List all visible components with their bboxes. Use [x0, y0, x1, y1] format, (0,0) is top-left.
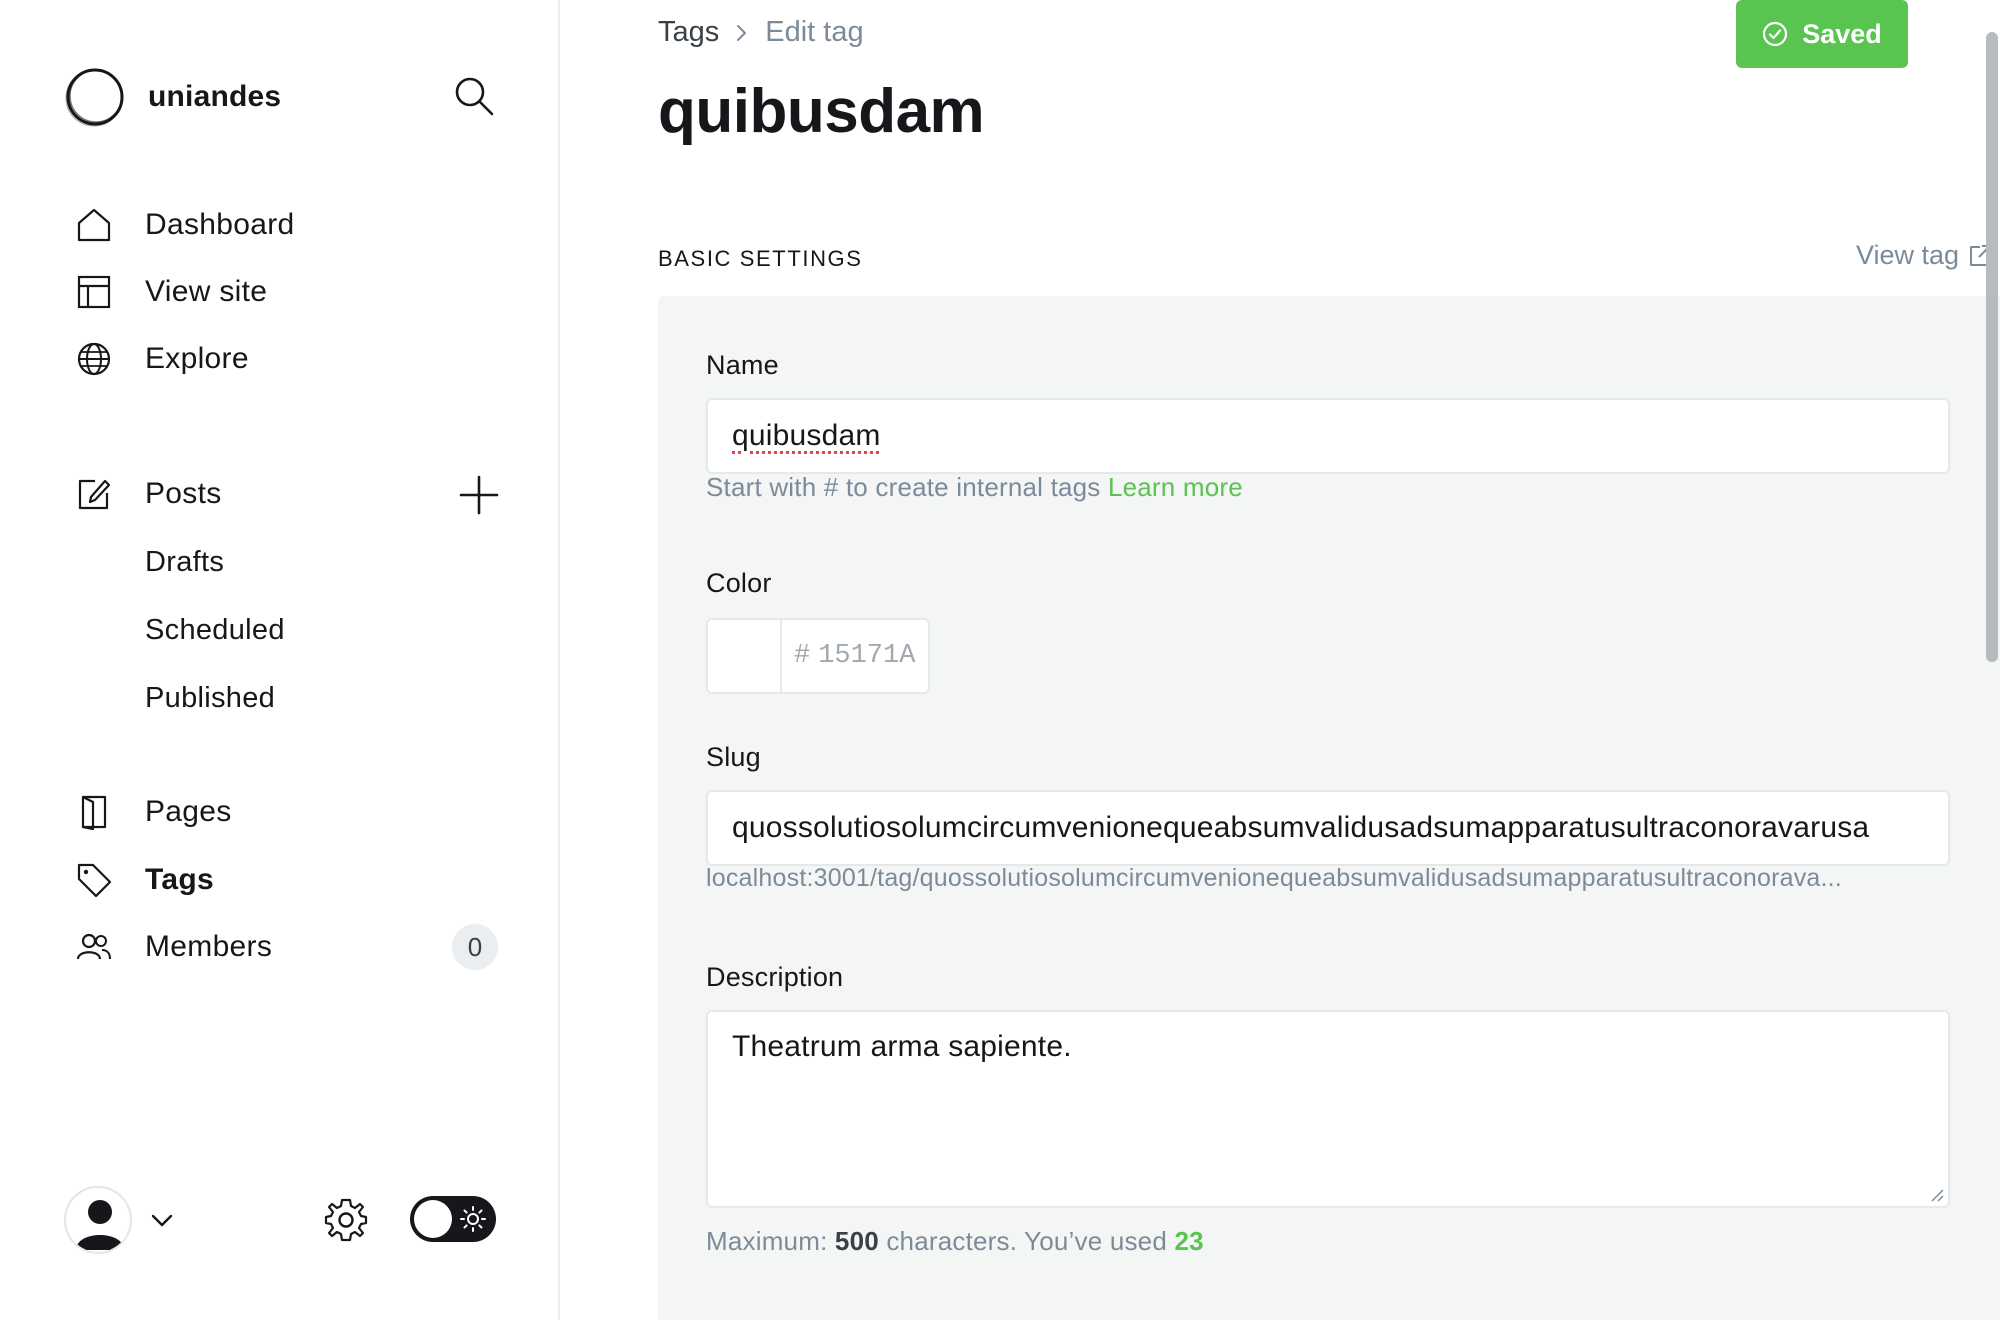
breadcrumb-tags-link[interactable]: Tags — [658, 16, 719, 49]
name-label: Name — [706, 350, 779, 380]
description-value: Theatrum arma sapiente. — [732, 1030, 1072, 1063]
slug-input[interactable]: quossolutiosolumcircumvenionequeabsumval… — [706, 790, 1950, 866]
color-input-placeholder: 15171A — [818, 641, 916, 671]
sun-icon — [460, 1206, 486, 1232]
sidebar-item-pages[interactable]: Pages — [74, 787, 231, 837]
tag-icon — [74, 860, 114, 900]
sidebar-item-dashboard[interactable]: Dashboard — [74, 200, 294, 250]
sidebar-item-label: Posts — [145, 477, 222, 510]
chevron-right-icon — [737, 24, 747, 41]
avatar — [64, 1186, 132, 1254]
view-tag-label: View tag — [1856, 240, 1960, 270]
theme-toggle[interactable] — [410, 1196, 496, 1242]
description-hint-used: 23 — [1174, 1226, 1204, 1256]
sidebar-item-members[interactable]: Members — [74, 922, 272, 972]
slug-input-value: quossolutiosolumcircumvenionequeabsumval… — [732, 811, 1870, 844]
slug-url-preview: localhost:3001/tag/quossolutiosolumcircu… — [706, 864, 1842, 892]
edit-icon — [74, 474, 114, 514]
description-hint-middle: characters. You’ve used — [878, 1226, 1175, 1256]
name-input[interactable]: quibusdam — [706, 398, 1950, 474]
color-picker[interactable]: # 15171A — [706, 618, 930, 694]
page-title: quibusdam — [658, 77, 985, 146]
resize-handle-icon[interactable] — [1928, 1186, 1944, 1202]
learn-more-link[interactable]: Learn more — [1108, 472, 1243, 502]
slug-label: Slug — [706, 742, 761, 772]
sidebar-item-explore[interactable]: Explore — [74, 334, 249, 384]
breadcrumb: Tags Edit tag — [658, 16, 864, 49]
color-swatch[interactable] — [708, 620, 782, 692]
sidebar: uniandes Dashboard View site Explore Pos… — [0, 0, 560, 1320]
name-input-value: quibusdam — [732, 419, 881, 452]
brand-logo-icon — [65, 68, 124, 127]
sidebar-item-label: Explore — [145, 342, 249, 375]
save-button-label: Saved — [1802, 18, 1882, 49]
sidebar-item-posts[interactable]: Posts — [74, 469, 221, 519]
color-label: Color — [706, 568, 772, 598]
basic-settings-panel: Name quibusdam Start with # to create in… — [658, 296, 2000, 1320]
save-button[interactable]: Saved — [1736, 0, 1908, 68]
sidebar-item-label: Tags — [145, 863, 214, 896]
sidebar-sub-drafts[interactable]: Drafts — [145, 546, 224, 579]
chevron-down-icon — [151, 1214, 173, 1227]
color-input[interactable]: # 15171A — [782, 620, 915, 692]
page-icon — [74, 792, 114, 832]
layout-icon — [74, 272, 114, 312]
sidebar-sub-scheduled[interactable]: Scheduled — [145, 614, 285, 647]
globe-icon — [74, 339, 114, 379]
main-content: Tags Edit tag Saved quibusdam BASIC SETT… — [560, 0, 2000, 1320]
breadcrumb-current: Edit tag — [765, 16, 864, 48]
sidebar-item-tags[interactable]: Tags — [74, 855, 214, 905]
members-count-badge: 0 — [452, 924, 498, 970]
user-menu[interactable] — [64, 1186, 176, 1254]
search-icon[interactable] — [452, 74, 496, 118]
scrollbar[interactable] — [1986, 32, 1998, 662]
sidebar-sub-published[interactable]: Published — [145, 682, 275, 715]
sidebar-item-label: Dashboard — [145, 208, 295, 241]
home-icon — [74, 205, 114, 245]
user-icon — [76, 1200, 124, 1250]
view-tag-link[interactable]: View tag — [1856, 240, 1993, 271]
brand-name: uniandes — [148, 80, 282, 113]
section-title: BASIC SETTINGS — [658, 246, 863, 271]
gear-icon[interactable] — [322, 1196, 370, 1244]
sidebar-item-label: View site — [145, 275, 268, 308]
description-hint-prefix: Maximum: — [706, 1226, 835, 1256]
description-label: Description — [706, 962, 844, 992]
color-hash-symbol: # — [794, 641, 811, 671]
name-hint: Start with # to create internal tags Lea… — [706, 472, 1243, 503]
brand[interactable]: uniandes — [64, 66, 281, 128]
description-hint: Maximum: 500 characters. You’ve used 23 — [706, 1226, 1204, 1257]
sidebar-item-label: Pages — [145, 795, 232, 828]
check-circle-icon — [1763, 21, 1788, 47]
plus-icon[interactable] — [456, 472, 502, 518]
description-textarea[interactable]: Theatrum arma sapiente. — [706, 1010, 1950, 1208]
sidebar-item-label: Members — [145, 930, 273, 963]
description-hint-max: 500 — [834, 1226, 879, 1256]
members-icon — [74, 927, 114, 967]
sidebar-item-view-site[interactable]: View site — [74, 267, 267, 317]
toggle-knob — [414, 1200, 452, 1238]
name-hint-text: Start with # to create internal tags — [706, 472, 1101, 502]
